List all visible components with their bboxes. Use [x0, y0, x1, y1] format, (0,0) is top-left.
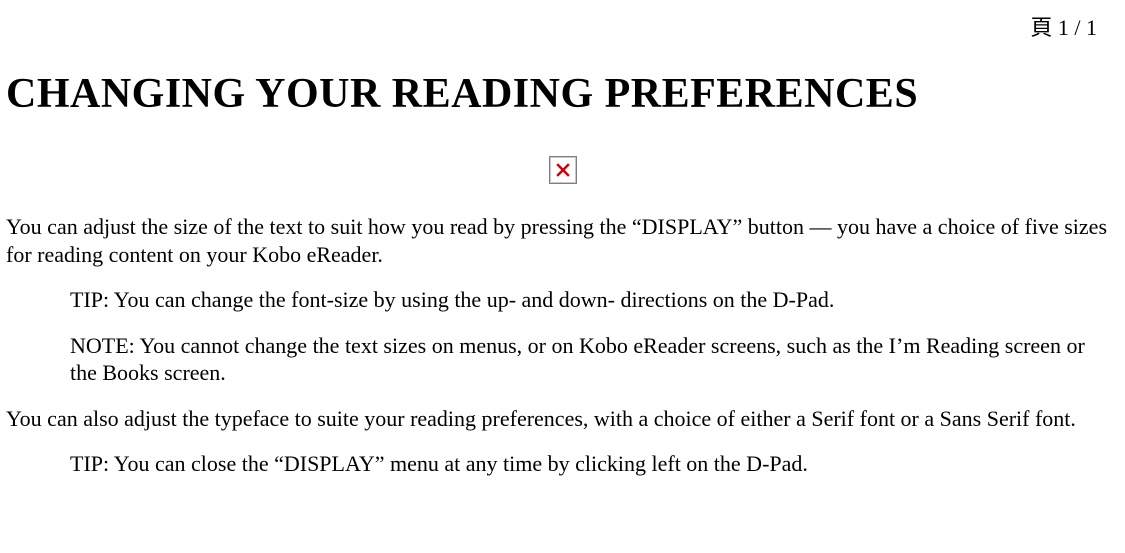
- paragraph-note: NOTE: You cannot change the text sizes o…: [6, 332, 1119, 387]
- paragraph-tip-1: TIP: You can change the font-size by usi…: [6, 286, 1119, 314]
- figure-container: [6, 156, 1119, 189]
- page-title: CHANGING YOUR READING PREFERENCES: [6, 0, 1119, 146]
- broken-image-icon: [549, 156, 577, 184]
- paragraph-intro: You can adjust the size of the text to s…: [6, 213, 1119, 268]
- paragraph-tip-2: TIP: You can close the “DISPLAY” menu at…: [6, 450, 1119, 478]
- document-page: 頁 1 / 1 CHANGING YOUR READING PREFERENCE…: [0, 0, 1125, 553]
- paragraph-typeface: You can also adjust the typeface to suit…: [6, 405, 1119, 433]
- page-number: 頁 1 / 1: [1030, 10, 1097, 42]
